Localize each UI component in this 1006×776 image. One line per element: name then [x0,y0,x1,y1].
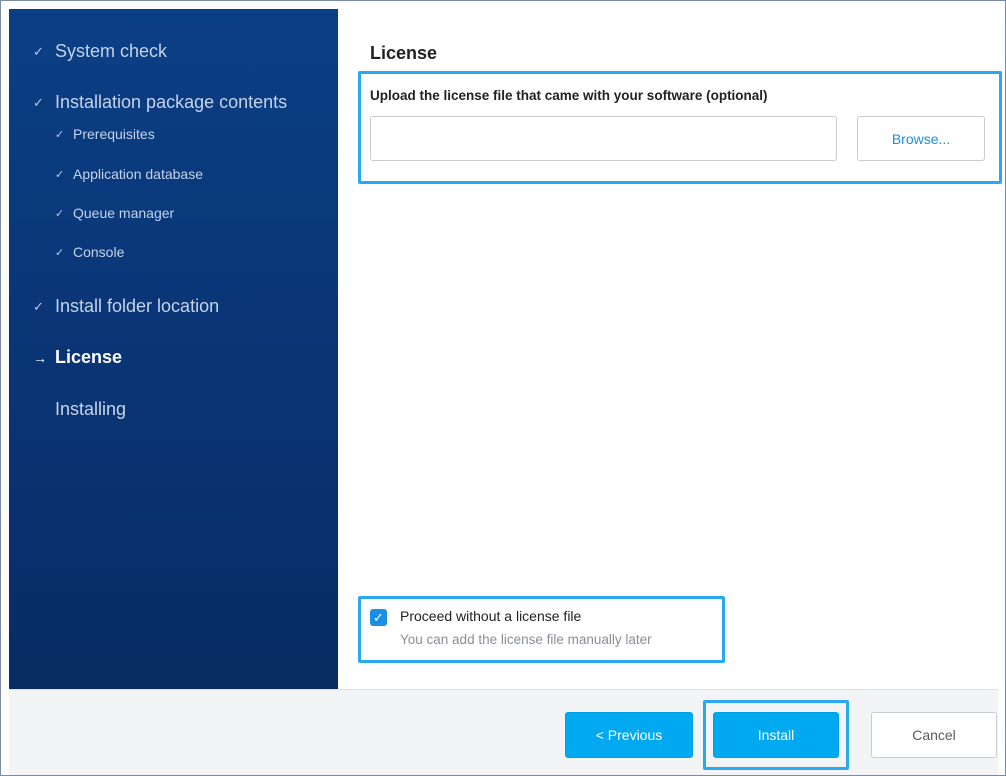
step-label: Console [73,244,125,260]
step-label: License [55,347,123,367]
checkmark-icon: ✓ [33,43,44,59]
browse-button[interactable]: Browse... [857,116,985,161]
wizard-footer: < Previous Install Cancel [9,689,998,775]
step-system-check: ✓ System check [33,41,167,62]
step-installing: Installing [33,399,126,420]
step-label: Application database [73,166,203,182]
page-title: License [370,43,438,63]
step-label: Install folder location [55,296,220,316]
install-button[interactable]: Install [713,712,839,758]
step-label: Queue manager [73,205,175,221]
step-application-database: ✓ Application database [55,166,203,182]
step-label: Prerequisites [73,126,155,142]
step-license: → License [33,347,122,368]
checkmark-icon: ✓ [55,128,65,141]
checkmark-icon: ✓ [55,168,65,181]
step-queue-manager: ✓ Queue manager [55,205,174,221]
step-console: ✓ Console [55,244,124,260]
upload-label: Upload the license file that came with y… [370,88,768,103]
step-label: Installing [55,399,127,419]
proceed-checkbox[interactable]: ✓ [370,609,387,626]
checkmark-icon: ✓ [33,298,44,314]
proceed-label[interactable]: Proceed without a license file [400,608,581,624]
checkmark-icon: ✓ [55,207,65,220]
license-panel: License Upload the license file that cam… [338,9,1002,689]
proceed-hint: You can add the license file manually la… [400,632,652,647]
previous-button[interactable]: < Previous [565,712,693,758]
step-installation-package-contents: ✓ Installation package contents [33,92,287,113]
step-label: System check [55,41,168,61]
license-file-input[interactable] [370,116,837,161]
checkmark-icon: ✓ [55,246,65,259]
proceed-highlight [358,596,725,663]
cancel-button[interactable]: Cancel [871,712,997,758]
checkmark-icon: ✓ [33,94,44,110]
steps-sidebar: ✓ System check ✓ Installation package co… [9,9,338,689]
step-label: Installation package contents [55,92,288,112]
step-install-folder-location: ✓ Install folder location [33,296,219,317]
step-prerequisites: ✓ Prerequisites [55,126,155,142]
arrow-right-icon: → [33,349,47,366]
installer-window: ✓ System check ✓ Installation package co… [0,0,1006,776]
